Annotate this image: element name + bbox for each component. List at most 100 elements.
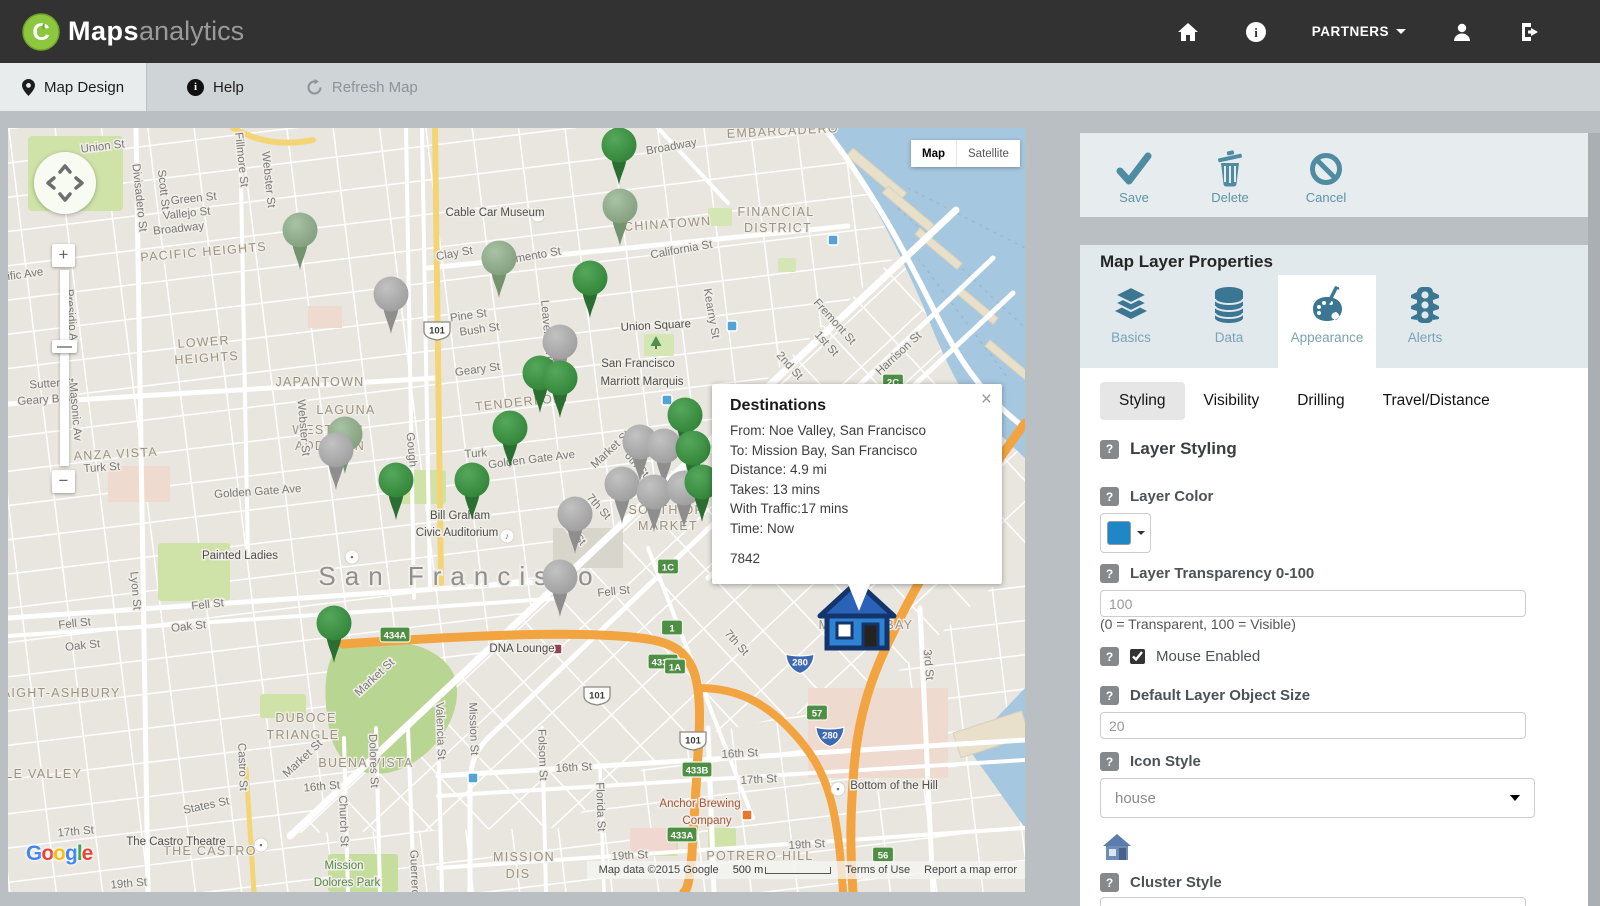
subtab-travel-distance[interactable]: Travel/Distance <box>1364 382 1509 420</box>
close-icon[interactable]: × <box>981 390 992 409</box>
layer-styling-heading-row: ? Layer Styling <box>1100 439 1237 459</box>
tab-refresh-map[interactable]: Refresh Map <box>284 63 440 111</box>
info-line-from: From: Noe Valley, San Francisco <box>730 423 927 438</box>
map-label: Church St <box>336 795 350 847</box>
route-shield: 101 <box>423 321 451 341</box>
brand-logo[interactable]: C Maps analytics <box>22 12 244 51</box>
brand-bold: Maps <box>68 16 140 46</box>
palette-icon <box>1313 286 1342 321</box>
poi-icon <box>467 772 479 784</box>
help-question-icon[interactable]: ? <box>1100 439 1119 459</box>
map-label: DIS <box>506 867 531 881</box>
map-label: FINANCIAL <box>738 205 815 219</box>
info-icon[interactable]: i <box>1244 20 1268 44</box>
layers-icon <box>1112 285 1150 319</box>
zoom-out-button[interactable]: − <box>52 470 75 493</box>
cancel-button[interactable]: Cancel <box>1278 133 1374 217</box>
layer-actions-toolbar: Save Delete Cancel <box>1080 133 1588 217</box>
delete-button[interactable]: Delete <box>1182 133 1278 217</box>
help-icon: i <box>187 78 205 96</box>
scale-bar <box>765 866 832 874</box>
icon-style-select[interactable]: house <box>1100 778 1535 818</box>
save-button[interactable]: Save <box>1086 133 1182 217</box>
transparency-hint: (0 = Transparent, 100 = Visible) <box>1100 616 1296 632</box>
svg-text:i: i <box>1254 25 1258 40</box>
help-question-icon[interactable]: ? <box>1100 487 1119 506</box>
delete-label: Delete <box>1211 189 1249 205</box>
brand-logo-icon: C <box>22 12 60 51</box>
map-label: COLE VALLEY <box>8 767 82 781</box>
map-attribution: Map data ©2015 Google 500 m Terms of Use… <box>586 861 1025 879</box>
zoom-slider-track[interactable] <box>60 270 69 466</box>
route-shield: 433B <box>681 761 713 778</box>
object-size-input[interactable] <box>1100 712 1526 739</box>
properties-title: Map Layer Properties <box>1100 252 1273 271</box>
map-label: Mission St <box>466 702 480 756</box>
route-shield: 57 <box>805 704 829 721</box>
zoom-slider-handle[interactable] <box>52 340 77 353</box>
info-line-traffic: With Traffic:17 mins <box>730 501 849 516</box>
map-layer-properties-panel: Map Layer Properties Basics Data Appeara… <box>1080 245 1588 906</box>
terms-of-use-link[interactable]: Terms of Use <box>845 864 910 876</box>
route-shield: 1A <box>663 658 687 675</box>
map-canvas[interactable]: ♪ ▪ ▪ ▪ ▪ PACIFIC HEIGHTS LOWER HEIGHTS JAPANTOW… <box>8 128 1025 892</box>
map-label: BUENA VISTA <box>318 756 413 770</box>
svg-text:101: 101 <box>685 736 702 747</box>
help-question-icon[interactable]: ? <box>1100 686 1119 705</box>
subtab-drilling[interactable]: Drilling <box>1278 382 1363 420</box>
svg-text:433A: 433A <box>671 831 694 842</box>
map-label: 16th St <box>721 747 759 761</box>
route-shield: 434A <box>379 626 411 643</box>
google-logo[interactable]: Google <box>26 842 93 866</box>
map-type-satellite-button[interactable]: Satellite <box>956 140 1020 167</box>
map-pin-icon <box>22 78 35 96</box>
help-question-icon[interactable]: ? <box>1100 873 1119 892</box>
save-label: Save <box>1119 189 1149 205</box>
tab-map-design[interactable]: Map Design <box>0 63 148 111</box>
logout-icon[interactable] <box>1518 20 1542 44</box>
cluster-style-input[interactable] <box>1100 897 1526 906</box>
tab-help-label: Help <box>213 78 244 96</box>
cancel-icon <box>1310 152 1342 185</box>
map-label: JAPANTOWN <box>275 375 364 389</box>
layer-styling-heading: Layer Styling <box>1130 439 1237 458</box>
info-line-time: Time: Now <box>730 520 795 536</box>
route-shield: 1C <box>656 558 680 575</box>
cluster-style-row: ? Cluster Style <box>1100 873 1222 892</box>
layer-color-picker[interactable] <box>1100 513 1151 553</box>
map-label: MISSION <box>493 850 555 864</box>
panel-scrollbar[interactable] <box>1588 133 1600 906</box>
map-label: Guerrero <box>407 850 421 892</box>
pan-control[interactable] <box>34 152 96 214</box>
map-label: Painted Ladies <box>202 550 278 562</box>
svg-text:▪: ▪ <box>836 784 839 794</box>
tab-data[interactable]: Data <box>1180 275 1278 368</box>
partners-menu[interactable]: PARTNERS <box>1312 24 1406 39</box>
help-question-icon[interactable]: ? <box>1100 647 1119 666</box>
icon-style-row: ? Icon Style <box>1100 752 1201 771</box>
help-question-icon[interactable]: ? <box>1100 564 1119 583</box>
tab-help[interactable]: i Help <box>165 63 266 111</box>
chevron-down-icon <box>1137 531 1145 535</box>
mouse-enabled-checkbox[interactable] <box>1130 649 1145 664</box>
tab-basics[interactable]: Basics <box>1082 275 1180 368</box>
zoom-in-button[interactable]: + <box>52 244 75 267</box>
subtab-styling[interactable]: Styling <box>1100 382 1185 420</box>
map-label: Dolores Park <box>314 877 381 889</box>
user-icon[interactable] <box>1450 20 1474 44</box>
subtab-visibility[interactable]: Visibility <box>1185 382 1279 420</box>
map-label: SOUTH OF <box>629 503 704 517</box>
svg-text:56: 56 <box>878 851 889 862</box>
transparency-input[interactable] <box>1100 590 1526 617</box>
report-error-link[interactable]: Report a map error <box>924 864 1017 876</box>
help-question-icon[interactable]: ? <box>1100 752 1119 771</box>
pan-down-icon <box>58 192 72 202</box>
map-label: Anchor Brewing <box>659 798 740 810</box>
map-type-map-button[interactable]: Map <box>911 140 956 167</box>
tab-appearance[interactable]: Appearance <box>1278 275 1376 368</box>
home-icon[interactable] <box>1176 20 1200 44</box>
map-label: Bill Graham <box>430 510 490 522</box>
trash-icon <box>1218 149 1242 186</box>
map-label: Civic Auditorium <box>416 527 498 539</box>
tab-alerts[interactable]: Alerts <box>1376 275 1474 368</box>
